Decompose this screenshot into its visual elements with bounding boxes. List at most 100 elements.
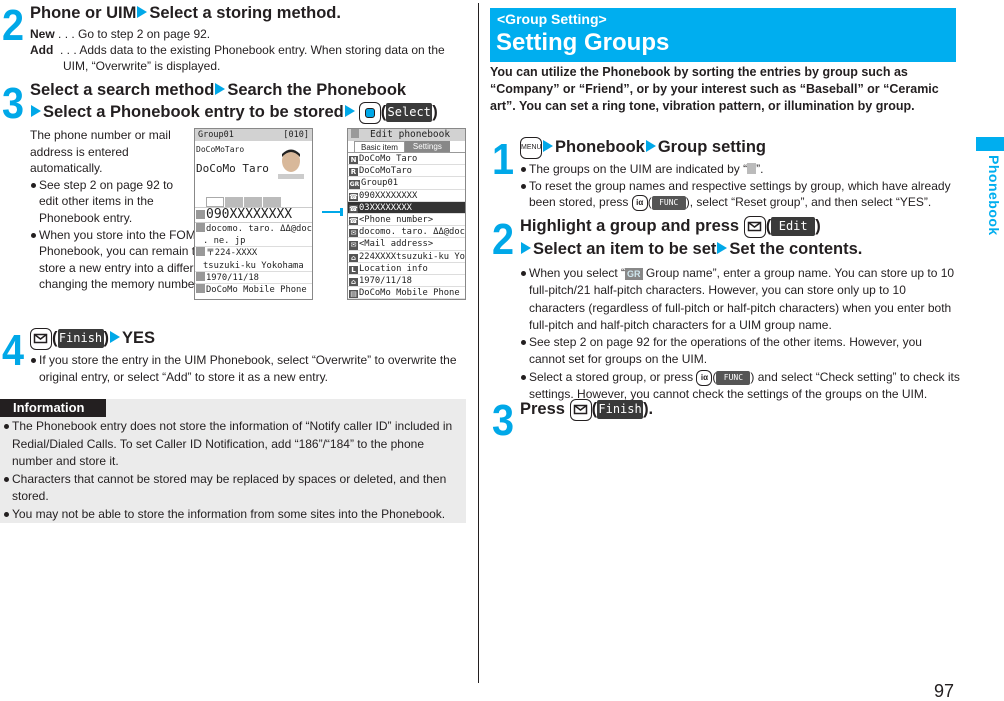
step-title-text: Search the Phonebook	[227, 81, 407, 99]
section-subtitle: <Group Setting>	[497, 11, 607, 27]
address: tsuzuki-ku Yokohama	[195, 260, 312, 272]
arrow-icon	[717, 241, 728, 254]
edit-field-row[interactable]: R DoCoMoTaro	[348, 165, 465, 178]
birthday-icon	[196, 271, 205, 281]
field-value: <Phone number>	[359, 214, 434, 225]
step-title-text: Phonebook	[555, 138, 645, 156]
edit-field-row[interactable]: ☎03XXXXXXXX	[348, 201, 465, 214]
step-3-title: Select a search method Search the Phonebo…	[30, 79, 470, 124]
memory-number: [010]	[283, 130, 309, 140]
field-value: 03XXXXXXXX	[359, 202, 412, 213]
arrow-icon	[344, 105, 355, 117]
softkey-edit: Edit	[771, 217, 816, 237]
edit-field-row[interactable]: ⌂ 224XXXXtsuzuki-ku Yoko	[348, 251, 465, 263]
postal-code: 〒224-XXXX	[206, 248, 258, 259]
bullet-item: The groups on the UIM are indicated by “…	[520, 161, 960, 178]
bullet-text: When you select “	[529, 266, 626, 280]
field-value: docomo. taro. ΔΔ@docomo.	[359, 227, 465, 238]
menu-key-icon: MENU	[520, 136, 542, 159]
step-title-text: Press	[520, 400, 565, 418]
step-4-notes: If you store the entry in the UIM Phoneb…	[30, 352, 462, 386]
section-banner: <Group Setting> Setting Groups	[490, 8, 956, 62]
field-icon: R	[349, 168, 358, 177]
storing-options: New . . . Go to step 2 on page 92. Add .…	[30, 26, 460, 74]
step-title-text: ).	[643, 400, 654, 418]
menu-icon	[351, 129, 359, 138]
step-number: 3	[2, 79, 25, 128]
group-name-icon: GR	[625, 268, 643, 280]
mail-key-icon	[30, 327, 52, 350]
edit-field-row[interactable]: ✉ <Mail address>	[348, 238, 465, 251]
arrow-icon	[645, 140, 656, 152]
tab-lock-icon[interactable]	[225, 197, 243, 207]
tab-list-icon[interactable]	[206, 197, 224, 207]
phone-number: 090XXXXXXXX	[206, 207, 293, 222]
field-icon: ☎	[349, 216, 358, 226]
uim-group-icon	[747, 163, 757, 174]
field-icon: L	[349, 265, 358, 274]
field-icon: ▤	[349, 290, 358, 299]
birthday: 1970/11/18	[206, 272, 259, 283]
edit-field-row[interactable]: L Location info	[348, 263, 465, 275]
information-list: The Phonebook entry does not store the i…	[3, 418, 461, 523]
email: docomo. taro. ΔΔ@docomo	[206, 224, 312, 234]
i-alpha-key-icon: iα	[631, 194, 648, 211]
edit-field-list: N DoCoMo Taro R DoCoMoTaro GR Group01 ☎090XXXX…	[348, 153, 465, 299]
note: DoCoMo Mobile Phone	[206, 284, 307, 295]
softkey-select: Select	[386, 103, 433, 123]
option-sep: . . .	[53, 43, 80, 57]
edit-field-row[interactable]: ▤ DoCoMo Mobile Phone	[348, 287, 465, 299]
bullet-text: Select a stored group, or press	[529, 369, 697, 384]
arrow-icon	[215, 83, 226, 95]
mail-icon	[196, 223, 205, 232]
tab-edit-icon[interactable]	[263, 197, 281, 207]
edit-field-row[interactable]: GR Group01	[348, 177, 465, 190]
option-term: New	[30, 27, 55, 41]
edit-field-row[interactable]: ⌂ 1970/11/18	[348, 275, 465, 288]
column-divider	[478, 3, 479, 683]
field-value: DoCoMoTaro	[359, 166, 412, 177]
section-title: Setting Groups	[496, 29, 670, 56]
edit-field-row[interactable]: ☎<Phone number>	[348, 214, 465, 227]
option-sep: . . .	[54, 27, 79, 41]
group-name: Group01	[198, 130, 234, 140]
bullet-item: When you select “GR Group name”, enter a…	[520, 265, 960, 334]
step-3-notes: The phone number or mail address is ente…	[30, 127, 304, 293]
step-title-text: Group setting	[657, 138, 767, 156]
tab-basic-item[interactable]: Basic item	[354, 141, 405, 152]
edit-field-row[interactable]: N DoCoMo Taro	[348, 153, 465, 166]
phone-row: 090XXXXXXXX	[195, 207, 312, 223]
field-icon: ✉	[349, 241, 358, 250]
step-number: 2	[2, 1, 25, 50]
tab-settings[interactable]: Settings	[404, 141, 450, 152]
step-title-text: Highlight a group and press	[520, 217, 740, 235]
field-value: 090XXXXXXXX	[359, 190, 418, 201]
bullet-text: ”.	[756, 162, 764, 176]
bullet-item: If you store the entry in the UIM Phoneb…	[30, 352, 462, 386]
arrow-icon	[543, 140, 553, 152]
screen-header: Group01 [010]	[195, 129, 312, 141]
edit-tabs: Basic item Settings	[348, 141, 465, 153]
info-item: Characters that cannot be stored may be …	[3, 471, 461, 506]
field-value: 1970/11/18	[359, 275, 412, 286]
field-value: 224XXXXtsuzuki-ku Yoko	[359, 251, 465, 262]
screen-header: Edit phonebook	[348, 129, 465, 141]
page-number: 97	[934, 681, 955, 701]
softkey-func: FUNC	[716, 370, 751, 385]
screen-title: Edit phonebook	[370, 129, 451, 140]
step-2-title: Phone or UIM Select a storing method.	[30, 2, 341, 24]
field-value: Group01	[361, 178, 399, 189]
note-icon	[196, 283, 205, 293]
tab-mail-icon[interactable]	[244, 197, 262, 207]
edit-field-row[interactable]: ✉docomo. taro. ΔΔ@docomo.	[348, 226, 465, 239]
detail-tabs	[206, 197, 312, 207]
edit-field-row[interactable]: ☎090XXXXXXXX	[348, 190, 465, 202]
step-title-text: Phone or UIM	[30, 4, 137, 22]
option-add: Add . . . Adds data to the existing Phon…	[30, 42, 460, 74]
field-icon: ⌂	[349, 277, 358, 287]
step-1-title: MENU Phonebook Group setting	[520, 136, 766, 159]
field-value: Location info	[359, 263, 428, 274]
step-number: 3	[492, 396, 515, 445]
intro-text: The phone number or mail address is ente…	[30, 128, 171, 176]
step-title-text: Set the contents.	[729, 239, 863, 258]
